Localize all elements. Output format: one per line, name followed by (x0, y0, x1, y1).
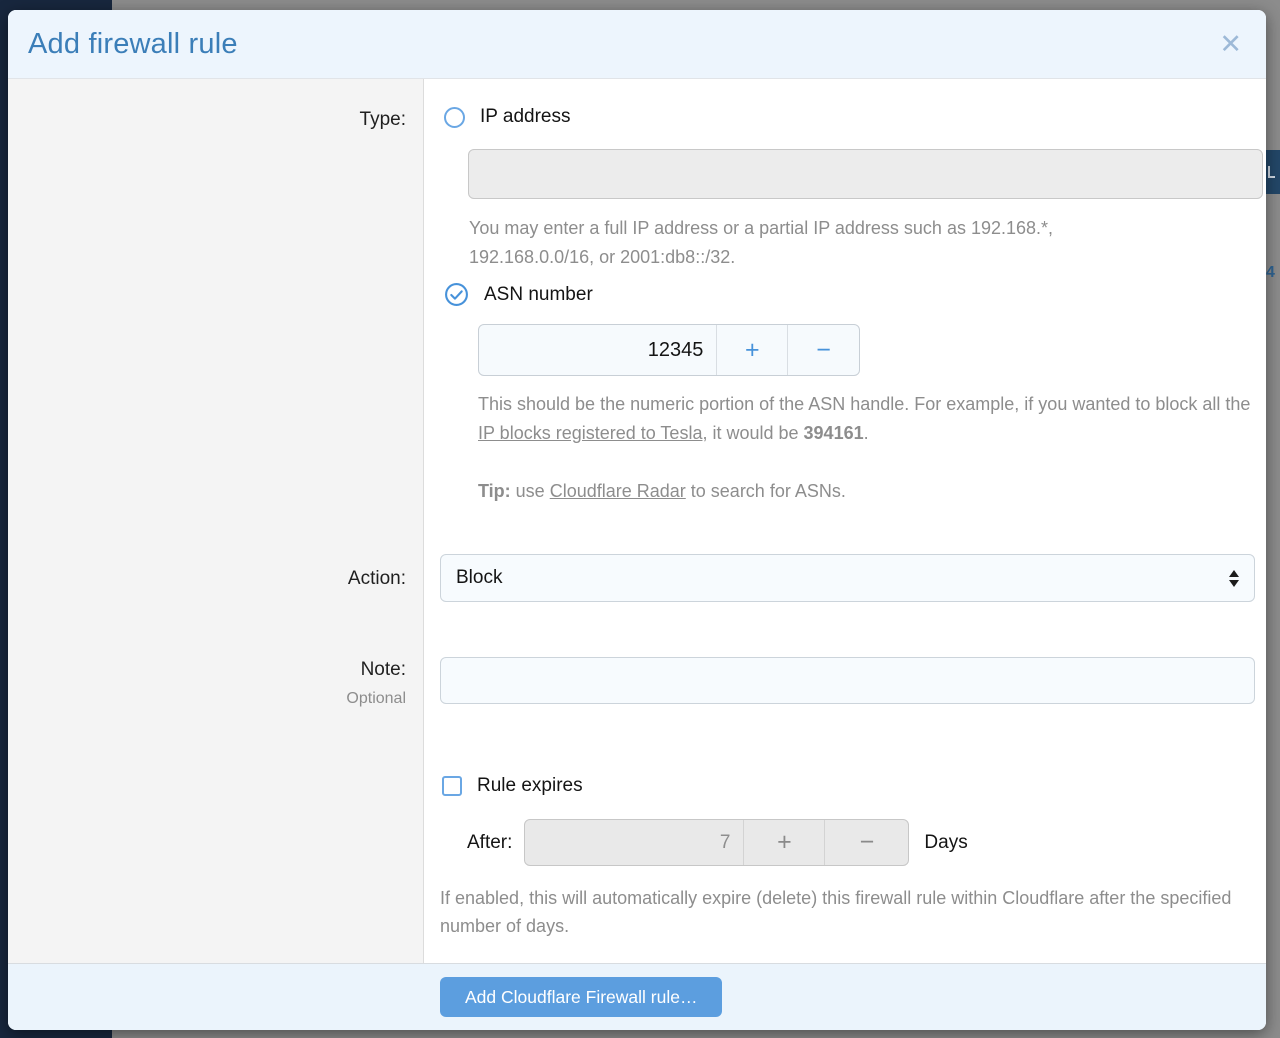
arrow-up-icon (1229, 570, 1239, 577)
after-label: After: (467, 832, 512, 854)
cloudflare-radar-link[interactable]: Cloudflare Radar (550, 481, 686, 501)
background-button-glyph (1268, 166, 1275, 178)
add-firewall-rule-dialog: Add firewall rule ✕ Type: Action: Note: … (8, 10, 1266, 1030)
note-optional-label: Optional (346, 690, 406, 708)
label-column: Type: Action: Note: Optional (8, 79, 424, 963)
radio-unselected-icon[interactable] (444, 107, 465, 128)
asn-tip-text: Tip: use Cloudflare Radar to search for … (478, 477, 1266, 506)
tip-pre: use (511, 481, 550, 501)
checkbox-unchecked-icon[interactable] (442, 776, 462, 796)
days-unit-label: Days (924, 832, 967, 854)
action-select-value: Block (456, 567, 502, 589)
days-increment-button[interactable]: + (743, 820, 824, 865)
dialog-title: Add firewall rule (28, 28, 238, 61)
asn-help-number: 394161 (804, 423, 864, 443)
type-option-asn[interactable]: ASN number (444, 282, 593, 307)
type-option-ip[interactable]: IP address (444, 106, 570, 128)
screen: 4 Add firewall rule ✕ Type: Action: Note… (0, 0, 1280, 1038)
action-label: Action: (348, 568, 406, 590)
note-label: Note: (361, 659, 406, 681)
type-label: Type: (360, 109, 406, 131)
background-button-fragment (1266, 150, 1280, 194)
asn-stepper: + − (478, 324, 860, 376)
ip-address-input[interactable] (468, 149, 1263, 199)
ip-address-option-label: IP address (480, 106, 570, 128)
ip-address-help-text: You may enter a full IP address or a par… (469, 214, 1117, 272)
add-firewall-rule-button[interactable]: Add Cloudflare Firewall rule… (440, 977, 722, 1017)
asn-number-input[interactable] (479, 325, 716, 375)
dialog-header: Add firewall rule ✕ (8, 10, 1266, 79)
tip-post: to search for ASNs. (686, 481, 846, 501)
days-decrement-button[interactable]: − (824, 820, 908, 865)
expires-help-text: If enabled, this will automatically expi… (440, 884, 1240, 940)
asn-help-text: This should be the numeric portion of th… (478, 390, 1266, 448)
asn-decrement-button[interactable]: − (787, 325, 859, 375)
arrow-down-icon (1229, 580, 1239, 587)
dialog-body: Type: Action: Note: Optional IP address … (8, 79, 1266, 963)
expires-after-row: After: + − Days (467, 819, 968, 866)
rule-expires-row[interactable]: Rule expires (442, 775, 583, 797)
asn-increment-button[interactable]: + (716, 325, 787, 375)
tesla-asn-link[interactable]: IP blocks registered to Tesla (478, 423, 702, 443)
note-input[interactable] (440, 657, 1255, 704)
asn-number-option-label: ASN number (484, 284, 593, 306)
background-partial-number: 4 (1266, 264, 1280, 282)
action-select[interactable]: Block (440, 554, 1255, 602)
rule-expires-label: Rule expires (477, 775, 583, 797)
days-stepper: + − (524, 819, 909, 866)
days-input[interactable] (525, 820, 743, 865)
select-arrows-icon (1229, 570, 1239, 587)
check-circle-icon[interactable] (444, 282, 469, 307)
asn-help-pre: This should be the numeric portion of th… (478, 394, 1250, 414)
close-icon[interactable]: ✕ (1219, 31, 1242, 58)
asn-help-post: . (864, 423, 869, 443)
dialog-footer: Add Cloudflare Firewall rule… (8, 963, 1266, 1030)
tip-label: Tip: (478, 481, 511, 501)
asn-help-mid: , it would be (702, 423, 803, 443)
